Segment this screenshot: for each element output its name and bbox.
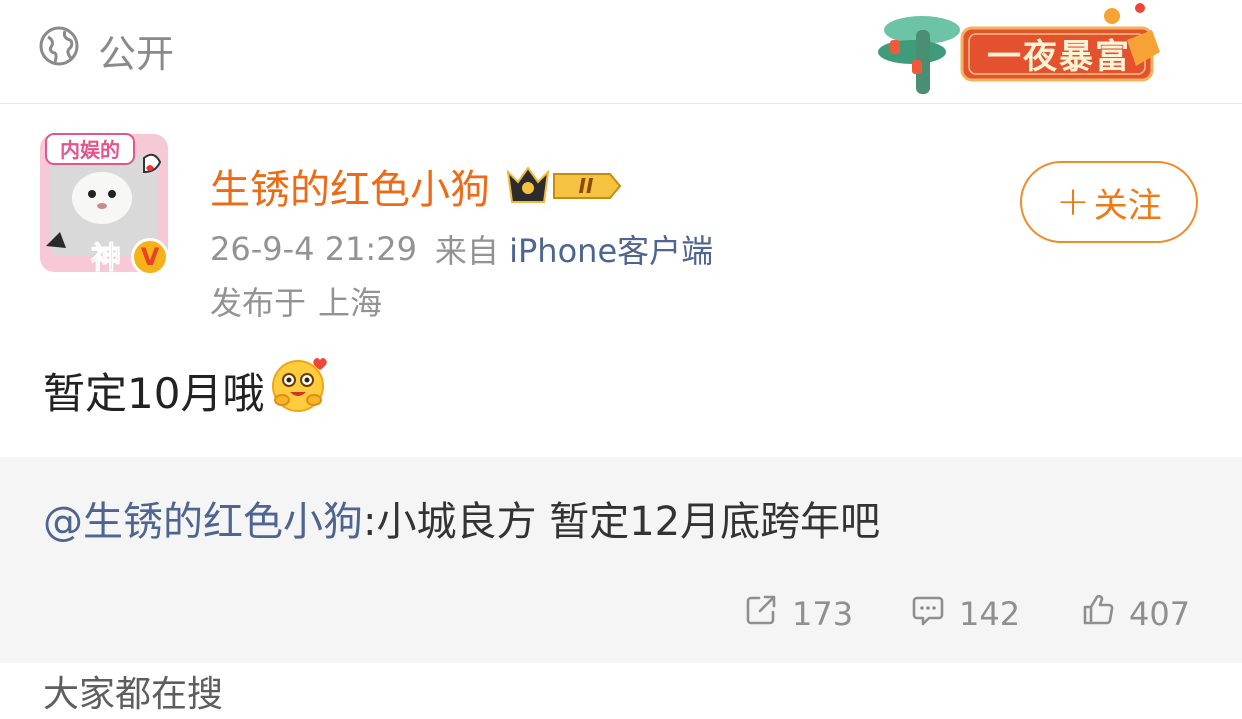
post-text: 暂定10月哦 — [43, 368, 265, 418]
follow-label: 关注 — [1093, 185, 1162, 226]
avatar-caption: 内娱的 — [60, 138, 120, 162]
repost-card[interactable]: @生锈的红色小狗 :小城良方 暂定12月底跨年吧 173 142 407 — [0, 457, 1242, 663]
repost-button[interactable]: 173 — [744, 589, 853, 639]
banner-label: 一夜暴富 — [987, 36, 1131, 77]
top-bar: 公开 一夜暴富 — [0, 0, 1242, 104]
member-level: II — [578, 174, 594, 198]
post-body: 暂定10月哦 — [43, 355, 332, 425]
action-bar: 173 142 407 — [0, 589, 1242, 639]
repost-text: :小城良方 暂定12月底跨年吧 — [363, 499, 881, 545]
location-prefix: 发布于 — [210, 284, 307, 322]
like-count: 407 — [1129, 595, 1191, 633]
thumbs-up-icon — [1081, 593, 1115, 635]
visibility-label: 公开 — [98, 31, 175, 76]
source-link[interactable]: iPhone客户端 — [509, 232, 713, 270]
post-time: 26-9-4 21:29 — [210, 230, 417, 268]
repost-count: 173 — [792, 595, 854, 633]
mention-link[interactable]: @生锈的红色小狗 — [43, 489, 363, 547]
comment-count: 142 — [959, 595, 1021, 633]
like-button[interactable]: 407 — [1081, 589, 1190, 639]
hug-emoji-icon — [270, 354, 332, 426]
repost-text-row: @生锈的红色小狗 :小城良方 暂定12月底跨年吧 — [43, 493, 880, 545]
author-name-row: 生锈的红色小狗 II — [210, 159, 622, 213]
event-banner[interactable]: 一夜暴富 — [872, 0, 1172, 100]
verified-badge: V — [131, 238, 169, 276]
author-header: 内娱的 神 V 生锈的红色小狗 II 26-9-4 21:29 来自 iPhon… — [0, 104, 1242, 336]
author-name[interactable]: 生锈的红色小狗 — [210, 157, 490, 215]
post-location: 发布于 上海 — [210, 280, 382, 322]
visibility-indicator[interactable]: 公开 — [38, 25, 174, 76]
avatar-caption-art: 内娱的 — [45, 133, 135, 165]
avatar[interactable]: 内娱的 神 V — [36, 128, 172, 278]
source-text: 来自 iPhone客户端 — [435, 226, 713, 272]
share-icon — [744, 593, 778, 635]
location-name: 上海 — [318, 284, 383, 322]
source-prefix: 来自 — [434, 232, 499, 270]
plus-icon: + — [1056, 179, 1090, 225]
follow-button[interactable]: + 关注 — [1020, 161, 1198, 243]
avatar-caption-2: 神 — [91, 241, 121, 276]
comment-button[interactable]: 142 — [911, 589, 1020, 639]
trending-search-title: 大家都在搜 — [43, 674, 224, 715]
crown-icon[interactable]: II — [504, 164, 622, 208]
globe-icon — [38, 25, 80, 76]
post-meta: 26-9-4 21:29 来自 iPhone客户端 — [210, 228, 713, 270]
comment-icon — [911, 593, 945, 635]
